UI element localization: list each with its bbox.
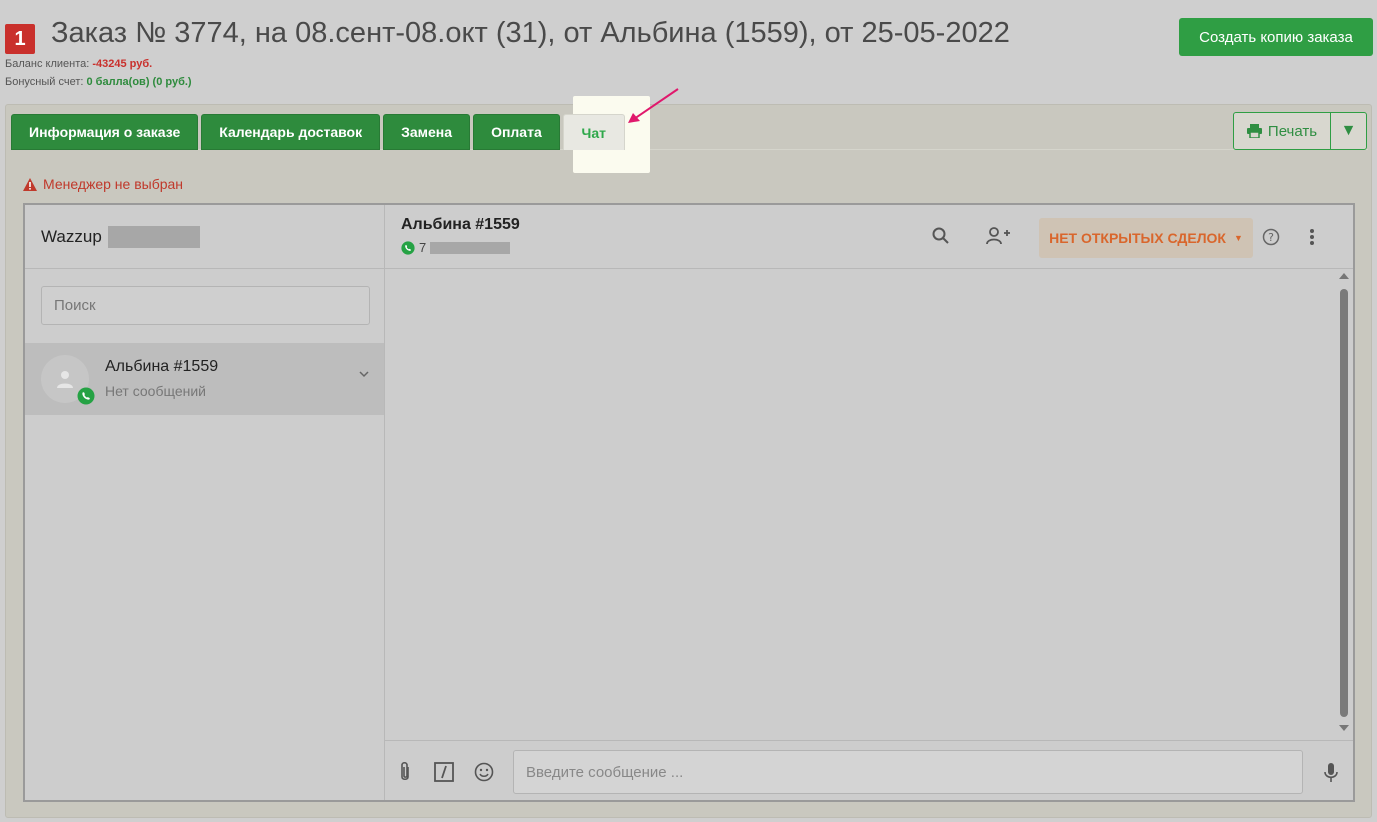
tab-order-info[interactable]: Информация о заказе [11,114,199,150]
contact-search-input[interactable]: Поиск [41,286,370,325]
balance-label: Баланс клиента: [5,58,90,70]
redacted-block [107,225,200,248]
print-button[interactable]: Печать [1234,113,1330,149]
whatsapp-icon [401,240,415,255]
chat-widget: Wazzup Поиск Альбина #1559 Нет сообщений [23,203,1355,802]
pointer-arrow-icon [628,88,679,123]
tab-chat[interactable]: Чат [562,114,625,150]
warning-icon [23,177,37,191]
scrollbar-thumb[interactable] [1340,289,1348,717]
contact-name: Альбина #1559 [105,358,219,375]
contact-list-item[interactable]: Альбина #1559 Нет сообщений [25,343,384,415]
phone-prefix: 7 [419,240,427,255]
scroll-down-icon [1339,725,1349,731]
bonus-account: Бонусный счет: 0 балла(ов) (0 руб.) [5,76,192,88]
chat-header: Альбина #1559 7 НЕТ ОТКРЫТЫХ СДЕЛОК ▼ ? [385,205,1353,269]
channel-header: Wazzup [25,205,384,269]
whatsapp-icon [77,387,95,405]
caret-down-icon: ▼ [1340,122,1357,139]
manager-warning: Менеджер не выбран [23,176,183,192]
balance-value: -43245 руб. [92,58,153,70]
warning-text: Менеджер не выбран [43,176,184,192]
help-icon[interactable]: ? [1262,228,1280,246]
add-user-icon[interactable] [985,226,1011,246]
chat-contact-name: Альбина #1559 [401,216,520,233]
tab-delivery-calendar[interactable]: Календарь доставок [201,114,381,150]
attach-icon[interactable] [397,761,413,783]
tab-payment[interactable]: Оплата [473,114,560,150]
message-input[interactable]: Введите сообщение ... [513,750,1303,794]
redacted-block [430,241,511,254]
deals-label: НЕТ ОТКРЫТЫХ СДЕЛОК [1049,230,1226,246]
user-icon [57,371,73,388]
page-title: Заказ № 3774, на 08.сент-08.окт (31), от… [51,17,1010,49]
client-balance: Баланс клиента: -43245 руб. [5,58,152,70]
chat-contact-phone: 7 [401,240,511,255]
search-icon[interactable] [931,226,951,246]
scroll-up-icon [1339,273,1349,279]
message-composer: Введите сообщение ... [385,740,1353,802]
create-copy-button[interactable]: Создать копию заказа [1179,18,1373,56]
caret-down-icon: ▼ [1233,233,1243,243]
more-menu-icon[interactable] [1309,227,1315,247]
chat-sidebar: Wazzup Поиск Альбина #1559 Нет сообщений [25,205,385,800]
bonus-label: Бонусный счет: [5,76,84,88]
print-label: Печать [1267,122,1318,140]
emoji-icon[interactable] [474,762,494,782]
svg-text:?: ? [1268,231,1274,244]
order-number-badge: 1 [5,24,35,54]
print-dropdown-toggle[interactable]: ▼ [1330,113,1366,149]
printer-icon [1246,124,1262,138]
order-tabs: Информация о заказе Календарь доставок З… [11,114,628,150]
channel-name: Wazzup [41,226,102,246]
chat-main: Альбина #1559 7 НЕТ ОТКРЫТЫХ СДЕЛОК ▼ ? … [385,205,1353,800]
templates-icon[interactable] [434,762,454,782]
contact-last-message: Нет сообщений [105,383,207,399]
tab-replacement[interactable]: Замена [383,114,471,150]
bonus-value: 0 балла(ов) (0 руб.) [86,76,192,88]
chevron-down-icon[interactable] [358,370,370,378]
microphone-icon[interactable] [1324,762,1338,784]
print-control: Печать ▼ [1233,112,1367,150]
open-deals-button[interactable]: НЕТ ОТКРЫТЫХ СДЕЛОК ▼ [1039,218,1253,258]
